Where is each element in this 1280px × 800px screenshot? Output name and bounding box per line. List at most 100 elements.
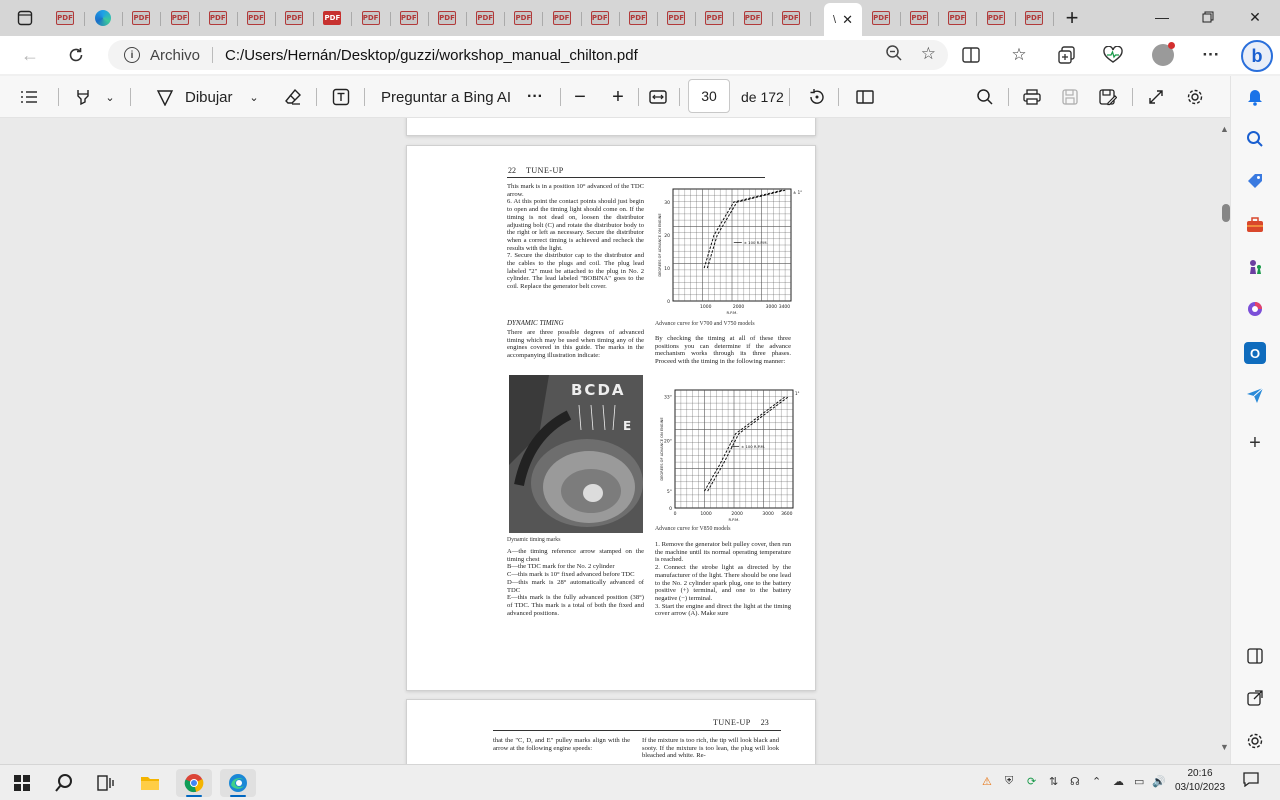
draw-icon[interactable]	[152, 84, 178, 110]
tab-active[interactable]: \ ✕	[824, 3, 862, 36]
draw-button[interactable]: Dibujar	[185, 84, 233, 110]
notifications-bell-icon[interactable]	[1244, 86, 1266, 108]
hide-sidebar-icon[interactable]	[1244, 645, 1266, 667]
tray-chevron-icon[interactable]: ⌃	[1092, 775, 1101, 788]
favorites-icon[interactable]: ☆	[1006, 43, 1032, 67]
minimize-button[interactable]: —	[1140, 0, 1184, 34]
browser-tab[interactable]: PDF	[581, 4, 619, 32]
sidebar-settings-gear-icon[interactable]	[1244, 730, 1266, 752]
browser-tab[interactable]: PDF	[161, 4, 199, 32]
browser-tab[interactable]: PDF	[938, 4, 976, 32]
rotate-icon[interactable]	[806, 84, 828, 110]
tray-sync-icon[interactable]: ⟳	[1027, 775, 1036, 788]
draw-options-chevron-down-icon[interactable]: ⌄	[246, 84, 262, 110]
pdf-viewport[interactable]: 22 TUNE-UP This mark is in a position 10…	[0, 118, 1230, 764]
start-windows-icon[interactable]	[4, 769, 40, 797]
tray-monitor-icon[interactable]: ▭	[1134, 775, 1144, 788]
search-icon[interactable]	[974, 84, 996, 110]
browser-tab[interactable]: PDF	[977, 4, 1015, 32]
browser-tab[interactable]: PDF	[543, 4, 581, 32]
highlight-icon[interactable]	[72, 84, 94, 110]
search-icon[interactable]	[1244, 128, 1266, 150]
tab-actions-menu-icon[interactable]	[12, 6, 38, 30]
browser-tab[interactable]: PDF	[122, 4, 160, 32]
browser-tab[interactable]: PDF	[862, 4, 900, 32]
browser-tab[interactable]: PDF	[237, 4, 275, 32]
tray-volume-icon[interactable]: 🔊	[1152, 775, 1166, 788]
omnibox-url[interactable]: C:/Users/Hernán/Desktop/guzzi/workshop_m…	[225, 47, 638, 64]
task-view-icon[interactable]	[88, 769, 124, 797]
eraser-icon[interactable]	[280, 84, 306, 110]
browser-tab[interactable]: PDF	[1015, 4, 1053, 32]
chrome-icon[interactable]	[176, 769, 212, 797]
browser-tab[interactable]: PDF	[390, 4, 428, 32]
refresh-button[interactable]	[62, 42, 90, 68]
browser-essentials-icon[interactable]	[1100, 43, 1126, 67]
shopping-tag-icon[interactable]	[1244, 170, 1266, 192]
tray-headset-icon[interactable]: ☊	[1070, 775, 1080, 788]
settings-more-icon[interactable]: ···	[1198, 43, 1224, 67]
highlight-options-chevron-down-icon[interactable]: ⌄	[102, 84, 118, 110]
browser-tab[interactable]: PDF	[504, 4, 542, 32]
tray-cloud-icon[interactable]: ☁	[1113, 775, 1124, 788]
browser-tab[interactable]	[84, 4, 122, 32]
browser-tab[interactable]: PDF	[734, 4, 772, 32]
send-drop-icon[interactable]	[1244, 384, 1266, 406]
browser-tab[interactable]: PDF	[772, 4, 810, 32]
save-as-icon[interactable]	[1097, 84, 1119, 110]
browser-tab[interactable]: PDF	[46, 4, 84, 32]
zoom-in-icon[interactable]: +	[609, 84, 627, 110]
omnibox[interactable]: i Archivo C:/Users/Hernán/Desktop/guzzi/…	[108, 40, 948, 70]
save-icon[interactable]	[1059, 84, 1081, 110]
full-screen-icon[interactable]	[1145, 84, 1167, 110]
browser-tab[interactable]: PDF	[428, 4, 466, 32]
taskbar-clock[interactable]: 20:16 03/10/2023	[1170, 767, 1230, 795]
scrollbar-thumb[interactable]	[1222, 204, 1230, 222]
fit-to-width-icon[interactable]	[647, 84, 669, 110]
restore-button[interactable]	[1186, 0, 1230, 34]
browser-tab[interactable]: PDF	[900, 4, 938, 32]
file-explorer-folder-icon[interactable]	[132, 769, 168, 797]
open-external-icon[interactable]	[1244, 687, 1266, 709]
browser-tab[interactable]: PDF	[275, 4, 313, 32]
scroll-up-arrow-icon[interactable]: ▲	[1220, 124, 1229, 134]
favorite-star-icon[interactable]: ☆	[921, 44, 936, 67]
table-of-contents-icon[interactable]	[16, 84, 42, 110]
more-tools-icon[interactable]: ···	[527, 84, 543, 110]
microsoft-365-icon[interactable]	[1244, 298, 1266, 320]
browser-tab[interactable]: PDF	[619, 4, 657, 32]
browser-tab[interactable]: PDF	[466, 4, 504, 32]
scroll-down-arrow-icon[interactable]: ▼	[1220, 742, 1229, 752]
edge-browser-icon[interactable]	[220, 769, 256, 797]
browser-tab[interactable]: PDF	[352, 4, 390, 32]
zoom-out-icon[interactable]: −	[571, 84, 589, 110]
new-tab-button[interactable]: +	[1059, 5, 1085, 30]
page-number-input[interactable]: 30	[688, 79, 730, 113]
search-icon[interactable]	[46, 769, 82, 797]
tools-briefcase-icon[interactable]	[1244, 214, 1266, 236]
tray-security-icon[interactable]: ⛨	[1005, 775, 1013, 788]
close-window-button[interactable]: ✕	[1233, 0, 1277, 34]
pdf-settings-gear-icon[interactable]	[1184, 84, 1206, 110]
browser-tab[interactable]: PDF	[695, 4, 733, 32]
text-box-icon[interactable]	[329, 84, 353, 110]
games-chess-icon[interactable]	[1244, 256, 1266, 278]
print-icon[interactable]	[1021, 84, 1043, 110]
close-tab-icon[interactable]: ✕	[842, 12, 853, 28]
ask-bing-ai-button[interactable]: Preguntar a Bing AI	[381, 84, 511, 110]
collections-icon[interactable]	[1054, 43, 1080, 67]
page-view-icon[interactable]	[854, 84, 876, 110]
notification-center-icon[interactable]	[1243, 771, 1259, 792]
bing-copilot-button[interactable]: b	[1241, 40, 1273, 72]
browser-tab[interactable]: PDF	[313, 4, 351, 32]
tray-network-activity-icon[interactable]: ⇅	[1049, 775, 1058, 788]
add-sidebar-app-icon[interactable]: +	[1244, 432, 1266, 454]
zoom-icon[interactable]	[885, 44, 903, 67]
info-icon[interactable]: i	[124, 47, 140, 63]
browser-tab[interactable]: PDF	[199, 4, 237, 32]
browser-tab[interactable]: PDF	[657, 4, 695, 32]
outlook-icon[interactable]: O	[1244, 342, 1266, 364]
tray-app-icon[interactable]: ⚠	[982, 775, 992, 788]
split-screen-icon[interactable]	[958, 43, 984, 67]
back-button[interactable]: ←	[16, 42, 44, 68]
